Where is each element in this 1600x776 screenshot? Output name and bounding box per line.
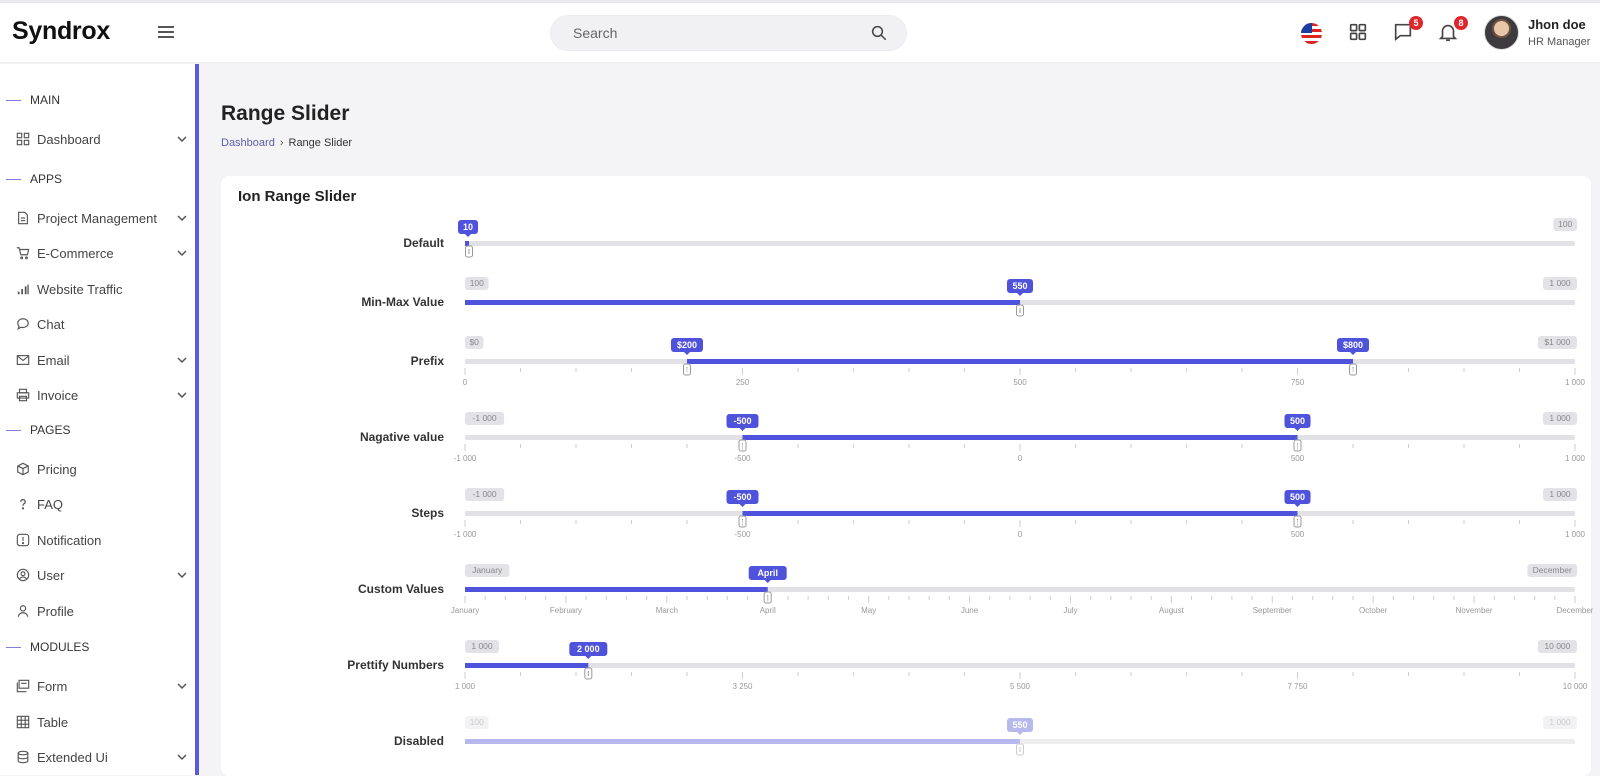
card-title: Ion Range Slider <box>238 188 357 205</box>
alert-icon <box>16 533 30 547</box>
chevron-down-icon <box>177 683 187 690</box>
page-title: Range Slider <box>221 102 350 125</box>
messages-badge: 5 <box>1409 16 1423 30</box>
sidebar-item-ecommerce[interactable]: E-Commerce <box>16 242 188 266</box>
sidebar-item-extended-ui[interactable]: Extended Ui <box>16 746 188 770</box>
box-icon <box>17 462 29 476</box>
brand-logo[interactable]: Syndrox <box>12 17 110 46</box>
search-icon[interactable] <box>870 24 888 42</box>
form-icon <box>16 679 30 693</box>
sidebar-item-email[interactable]: Email <box>16 349 188 373</box>
section-modules: MODULES <box>6 640 89 654</box>
section-main: MAIN <box>6 93 60 107</box>
dashboard-icon <box>16 132 30 146</box>
person-icon <box>17 605 29 617</box>
sidebar-item-user[interactable]: User <box>16 564 188 588</box>
breadcrumb-dashboard-link[interactable]: Dashboard <box>221 137 275 149</box>
sidebar-item-form[interactable]: Form <box>16 675 188 699</box>
sidebar-item-profile[interactable]: Profile <box>16 600 188 624</box>
sidebar-item-chat[interactable]: Chat <box>16 313 188 337</box>
table-icon <box>16 715 30 729</box>
cart-icon <box>16 247 30 260</box>
apps-grid-icon[interactable] <box>1347 21 1369 43</box>
chevron-down-icon <box>177 572 187 579</box>
chevron-down-icon <box>177 250 187 257</box>
sidebar-item-project-management[interactable]: Project Management <box>16 207 188 231</box>
top-header: Syndrox 5 8 Jhon doe HR Manager <box>0 3 1600 63</box>
sidebar-item-notification[interactable]: Notification <box>16 529 188 553</box>
chat-bubble-icon <box>17 318 29 331</box>
user-name[interactable]: Jhon doe <box>1528 17 1586 32</box>
printer-icon <box>16 388 30 402</box>
sidebar-item-website-traffic[interactable]: Website Traffic <box>16 278 188 302</box>
sidebar-item-table[interactable]: Table <box>16 711 188 735</box>
section-apps: APPS <box>6 172 62 186</box>
user-circle-icon <box>16 568 30 582</box>
notifications-button[interactable]: 8 <box>1437 16 1468 43</box>
search-input[interactable] <box>573 16 863 50</box>
breadcrumb-current: Range Slider <box>288 137 353 149</box>
database-icon <box>17 750 29 764</box>
notifications-badge: 8 <box>1454 16 1468 30</box>
question-icon <box>20 499 26 510</box>
sidebar-item-pricing[interactable]: Pricing <box>16 458 188 482</box>
mail-icon <box>16 355 30 365</box>
user-role: HR Manager <box>1528 36 1591 48</box>
range-slider-card: Ion Range Slider <box>221 176 1591 776</box>
document-icon <box>18 211 28 225</box>
search-bar <box>550 15 907 51</box>
messages-button[interactable]: 5 <box>1392 16 1423 43</box>
sidebar-item-dashboard[interactable]: Dashboard <box>16 128 188 152</box>
chevron-down-icon <box>177 357 187 364</box>
sidebar-item-faq[interactable]: FAQ <box>16 493 188 517</box>
section-pages: PAGES <box>6 423 70 437</box>
menu-toggle-icon[interactable] <box>158 26 174 38</box>
language-flag-icon[interactable] <box>1301 23 1322 44</box>
chevron-down-icon <box>177 136 187 143</box>
user-avatar[interactable] <box>1484 15 1519 50</box>
sidebar: MAIN Dashboard APPS Project Management E… <box>0 64 199 775</box>
sidebar-item-invoice[interactable]: Invoice <box>16 384 188 408</box>
chevron-right-icon: › <box>279 137 284 149</box>
chevron-down-icon <box>177 392 187 399</box>
bar-chart-icon <box>17 284 29 295</box>
breadcrumb: Dashboard › Range Slider <box>221 137 352 149</box>
chevron-down-icon <box>177 215 187 222</box>
chevron-down-icon <box>177 754 187 761</box>
